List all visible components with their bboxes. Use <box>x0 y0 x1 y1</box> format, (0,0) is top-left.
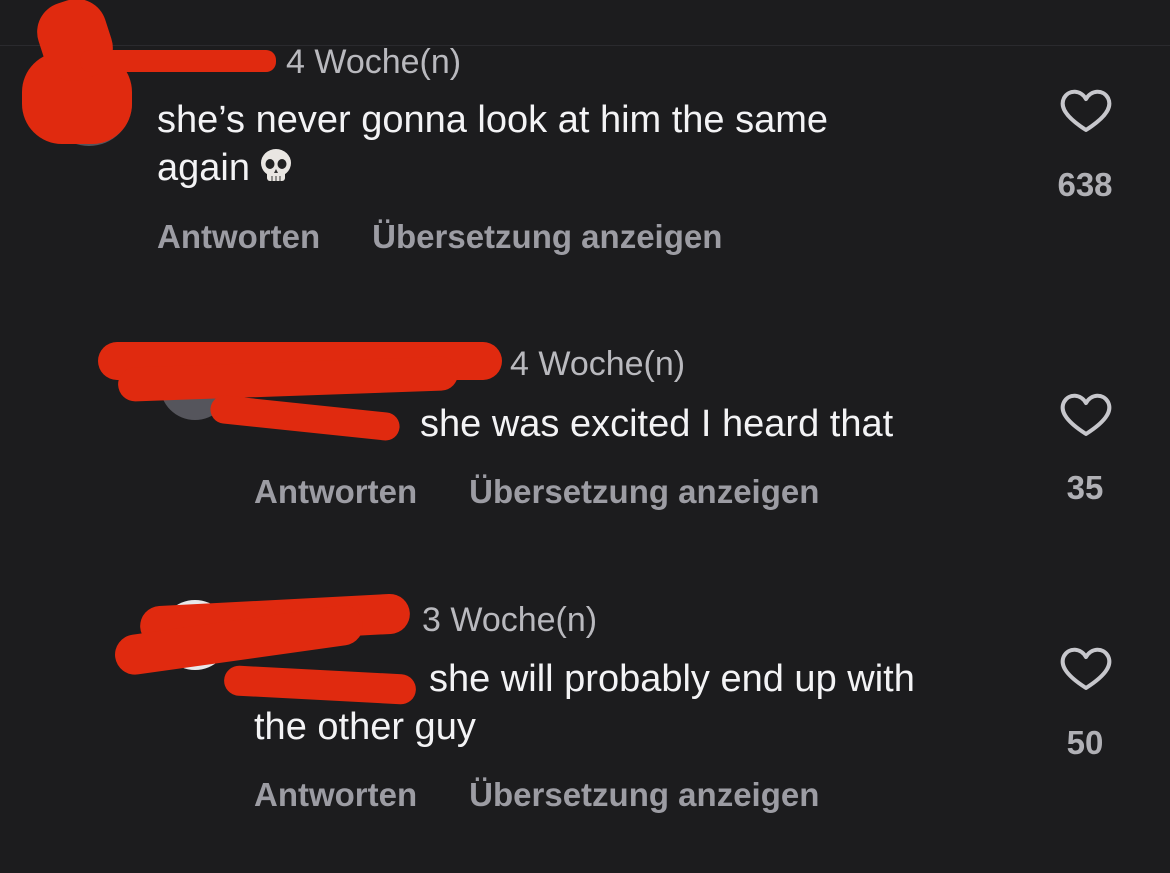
comment-timestamp: 4 Woche(n) <box>286 43 462 81</box>
like-button[interactable] <box>1056 646 1116 692</box>
like-button[interactable] <box>1056 392 1116 438</box>
like-count: 638 <box>1057 166 1113 203</box>
comment-timestamp: 3 Woche(n) <box>422 601 598 639</box>
top-divider <box>0 45 1170 46</box>
comment-text-line: she’s never gonna look at him the same <box>157 99 829 141</box>
reply-button[interactable]: Antworten <box>254 473 417 511</box>
comment-timestamp: 4 Woche(n) <box>510 345 686 383</box>
translate-button[interactable]: Übersetzung anzeigen <box>372 218 722 256</box>
comment-text-fragment: again <box>157 147 250 189</box>
comment-text-line-2: again <box>157 144 1037 192</box>
like-count: 35 <box>1066 469 1104 506</box>
like-count: 50 <box>1066 724 1104 761</box>
translate-button[interactable]: Übersetzung anzeigen <box>469 776 819 814</box>
skull-emoji-icon <box>260 149 291 181</box>
reply-button[interactable]: Antworten <box>157 218 320 256</box>
heart-icon <box>1060 89 1112 132</box>
redaction-mark <box>80 50 276 72</box>
heart-icon <box>1060 647 1112 690</box>
comment-actions: Antworten Übersetzung anzeigen <box>157 218 722 256</box>
comment-text-line-2: the other guy <box>254 706 476 748</box>
heart-icon <box>1060 393 1112 436</box>
comment-actions: Antworten Übersetzung anzeigen <box>254 473 819 511</box>
comment-text: she’s never gonna look at him the same a… <box>157 96 1037 192</box>
translate-button[interactable]: Übersetzung anzeigen <box>469 473 819 511</box>
like-button[interactable] <box>1056 88 1116 134</box>
reply-button[interactable]: Antworten <box>254 776 417 814</box>
comment-text-fragment: she will probably end up with <box>429 658 915 700</box>
comment-actions: Antworten Übersetzung anzeigen <box>254 776 819 814</box>
comment-text: she will probably end up with the other … <box>254 655 1034 751</box>
comment-text-fragment: she was excited I heard that <box>420 403 894 445</box>
comment-text: she was excited I heard that <box>254 400 1034 448</box>
comment-text-line: she will probably end up with <box>254 655 1034 703</box>
